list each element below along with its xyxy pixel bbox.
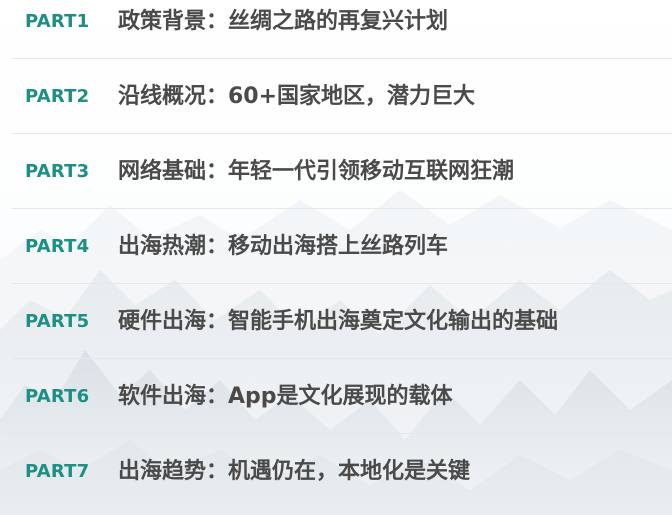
divider xyxy=(12,433,672,434)
part-label: PART3 xyxy=(25,161,90,182)
toc-item-part2: PART2 沿线概况：60+国家地区，潜力巨大 xyxy=(0,77,672,117)
part-label: PART5 xyxy=(25,311,90,332)
divider xyxy=(12,58,672,59)
toc-item-part4: PART4 出海热潮：移动出海搭上丝路列车 xyxy=(0,227,672,267)
section-title: 硬件出海：智能手机出海奠定文化输出的基础 xyxy=(118,309,559,334)
toc-item-part3: PART3 网络基础：年轻一代引领移动互联网狂潮 xyxy=(0,152,672,192)
toc-item-part1: PART1 政策背景：丝绸之路的再复兴计划 xyxy=(0,2,672,42)
part-label: PART6 xyxy=(25,386,90,407)
part-label: PART1 xyxy=(25,11,90,32)
section-title: 网络基础：年轻一代引领移动互联网狂潮 xyxy=(118,159,515,184)
section-title: 出海热潮：移动出海搭上丝路列车 xyxy=(118,234,449,259)
part-label: PART2 xyxy=(25,86,90,107)
toc-item-part6: PART6 软件出海：App是文化展现的载体 xyxy=(0,377,672,417)
table-of-contents: PART1 政策背景：丝绸之路的再复兴计划 PART2 沿线概况：60+国家地区… xyxy=(0,0,672,515)
divider xyxy=(12,133,672,134)
toc-item-part7: PART7 出海趋势：机遇仍在，本地化是关键 xyxy=(0,452,672,492)
toc-item-part5: PART5 硬件出海：智能手机出海奠定文化输出的基础 xyxy=(0,302,672,342)
section-title: 软件出海：App是文化展现的载体 xyxy=(118,384,453,409)
part-label: PART4 xyxy=(25,236,90,257)
part-label: PART7 xyxy=(25,461,90,482)
section-title: 出海趋势：机遇仍在，本地化是关键 xyxy=(118,459,471,484)
section-title: 沿线概况：60+国家地区，潜力巨大 xyxy=(118,84,476,109)
section-title: 政策背景：丝绸之路的再复兴计划 xyxy=(118,9,449,34)
divider xyxy=(12,358,672,359)
divider xyxy=(12,283,672,284)
divider xyxy=(12,208,672,209)
